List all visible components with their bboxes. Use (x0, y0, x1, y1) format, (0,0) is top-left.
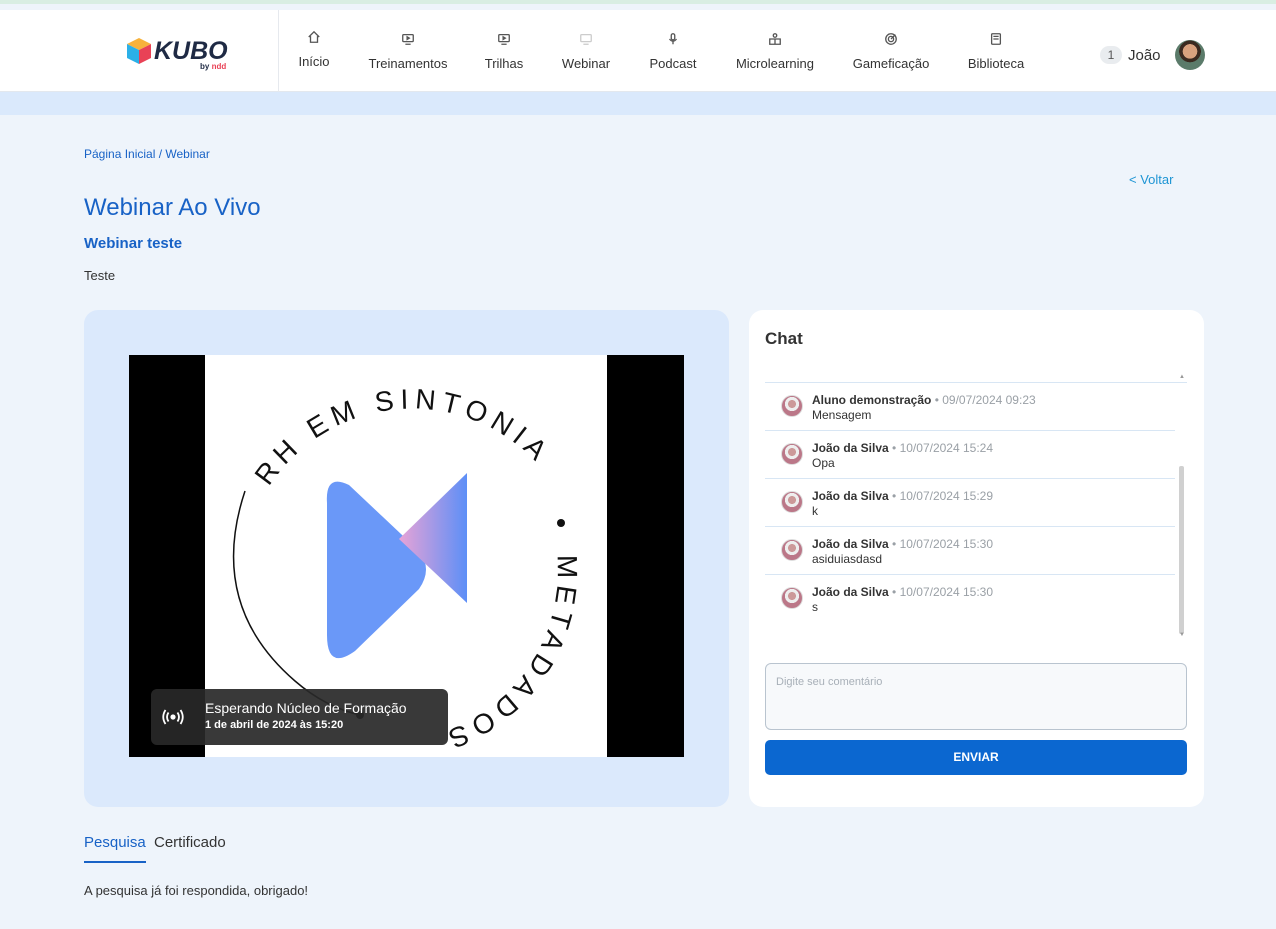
notification-badge[interactable]: 1 (1100, 46, 1122, 64)
breadcrumb[interactable]: Página Inicial / Webinar (84, 147, 210, 161)
video-panel: RH EM SINTONIA METADADOS Esperando Núcle… (84, 310, 729, 807)
top-strip (0, 0, 1276, 4)
nav-microlearning[interactable]: Microlearning (733, 32, 817, 71)
chat-scroll-thumb[interactable] (1179, 466, 1184, 634)
book-person-icon (733, 32, 817, 52)
chat-author: João da Silva • 10/07/2024 15:24 (812, 441, 994, 455)
user-menu[interactable]: 1 João (1100, 40, 1205, 70)
screen-play-icon (484, 32, 524, 52)
nav-label: Microlearning (735, 56, 815, 71)
video-player[interactable]: RH EM SINTONIA METADADOS Esperando Núcle… (129, 355, 684, 757)
nav-treinamentos[interactable]: Treinamentos (366, 32, 450, 71)
kubo-logo[interactable]: KUBO by ndd (124, 34, 234, 71)
svg-text:RH EM SINTONIA: RH EM SINTONIA (249, 383, 558, 490)
chat-time: • 10/07/2024 15:29 (892, 489, 994, 503)
chat-comment-input[interactable]: Digite seu comentário (765, 663, 1187, 730)
tab-pesquisa[interactable]: Pesquisa (84, 834, 146, 863)
kubo-cube-icon (127, 38, 151, 64)
chat-text: Opa (812, 456, 835, 470)
chat-panel: Chat Aluno demonstração • 09/07/2024 09:… (749, 310, 1204, 807)
live-status-date: 1 de abril de 2024 às 15:20 (205, 719, 344, 731)
chat-text: Mensagem (812, 408, 872, 422)
nav-label: Gameficação (852, 56, 930, 71)
header: KUBO by ndd Início Treinamentos Trilhas … (0, 10, 1276, 92)
chat-author: João da Silva • 10/07/2024 15:30 (812, 537, 994, 551)
nav-podcast[interactable]: Podcast (648, 32, 698, 71)
webinar-description: Teste (84, 268, 116, 283)
nav-label: Webinar (561, 56, 611, 71)
scroll-up-icon[interactable]: ▲ (1179, 374, 1185, 380)
home-icon (296, 30, 332, 50)
book-icon (966, 32, 1026, 52)
send-button[interactable]: ENVIAR (765, 740, 1187, 775)
nav-gameficacao[interactable]: Gameficação (852, 32, 930, 71)
user-name[interactable]: João (1128, 47, 1161, 64)
nav-webinar[interactable]: Webinar (560, 32, 612, 71)
chat-time: • 10/07/2024 15:30 (892, 585, 994, 599)
chat-title: Chat (765, 329, 803, 348)
header-divider (278, 10, 279, 92)
chat-text: k (812, 504, 818, 518)
chat-time: • 09/07/2024 09:23 (934, 393, 1036, 407)
back-link[interactable]: < Voltar (1129, 172, 1173, 187)
chat-avatar (781, 491, 803, 513)
webinar-name: Webinar teste (84, 235, 183, 252)
broadcast-icon (162, 709, 184, 725)
chat-avatar (781, 587, 803, 609)
chat-message: João da Silva • 10/07/2024 15:30 s (765, 575, 1175, 623)
page-title: Webinar Ao Vivo (84, 194, 261, 221)
chat-message: João da Silva • 10/07/2024 15:24 Opa (765, 431, 1175, 479)
chat-text: asiduiasdasd (812, 552, 883, 566)
nav-trilhas[interactable]: Trilhas (484, 32, 524, 71)
chat-scrollbar[interactable]: ▲ ▼ (1179, 374, 1186, 638)
chat-author: João da Silva • 10/07/2024 15:29 (812, 489, 994, 503)
scroll-down-icon[interactable]: ▼ (1179, 632, 1185, 638)
chat-text: s (812, 600, 818, 614)
chat-avatar (781, 539, 803, 561)
live-status-bar: Esperando Núcleo de Formação 1 de abril … (151, 689, 448, 745)
tab-certificado[interactable]: Certificado (154, 834, 226, 851)
live-status-title: Esperando Núcleo de Formação (205, 700, 407, 716)
chat-message: João da Silva • 10/07/2024 15:30 asiduia… (765, 527, 1175, 575)
chat-time: • 10/07/2024 15:24 (892, 441, 994, 455)
screen-play-icon (366, 32, 450, 52)
brand-by: by ndd (200, 62, 227, 71)
chat-message: João da Silva • 10/07/2024 15:29 k (765, 479, 1175, 527)
user-avatar[interactable] (1174, 40, 1205, 70)
nav-label: Trilhas (484, 56, 524, 71)
nav-biblioteca[interactable]: Biblioteca (966, 32, 1026, 71)
nav-label: Treinamentos (368, 56, 448, 71)
nav-label: Podcast (649, 56, 697, 71)
nav-label: Início (298, 54, 330, 69)
chat-message-list[interactable]: Aluno demonstração • 09/07/2024 09:23 Me… (765, 382, 1187, 640)
nav-label: Biblioteca (967, 56, 1025, 71)
chat-author: João da Silva • 10/07/2024 15:30 (812, 585, 994, 599)
header-band (0, 92, 1276, 115)
microphone-icon (648, 32, 698, 52)
target-icon (852, 32, 930, 52)
chat-time: • 10/07/2024 15:30 (892, 537, 994, 551)
chat-avatar (781, 443, 803, 465)
chat-message: Aluno demonstração • 09/07/2024 09:23 Me… (765, 383, 1175, 431)
survey-message: A pesquisa já foi respondida, obrigado! (84, 883, 309, 898)
chat-avatar (781, 395, 803, 417)
nav-inicio[interactable]: Início (296, 30, 332, 69)
webinar-icon (560, 32, 612, 52)
chat-author: Aluno demonstração • 09/07/2024 09:23 (812, 393, 1036, 407)
